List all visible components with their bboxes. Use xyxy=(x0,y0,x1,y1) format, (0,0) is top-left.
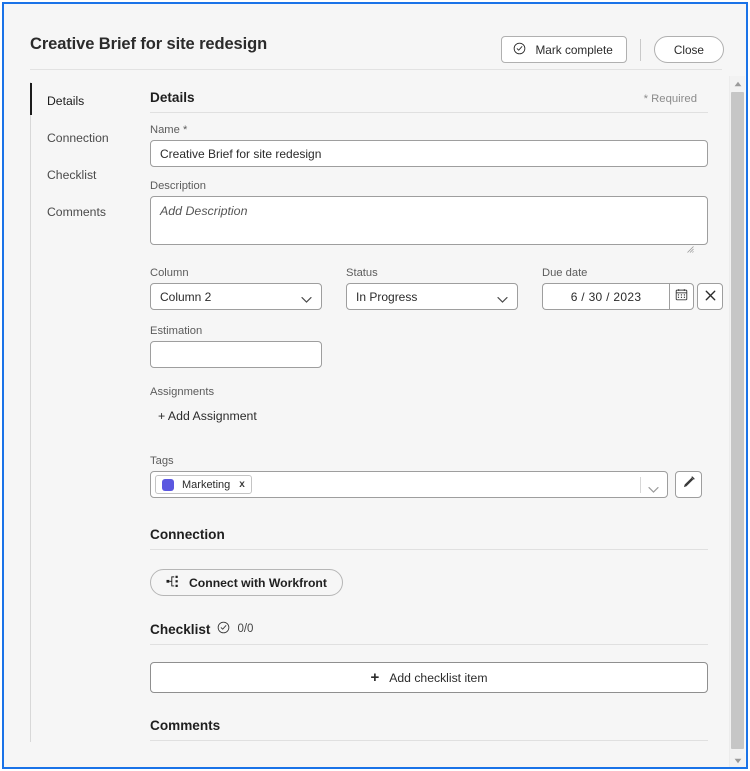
column-status-date-row: Column Column 2 Status In Progress Due d… xyxy=(150,267,723,310)
main-scroll-region: Details * Required Name * Description xyxy=(136,76,724,764)
sidebar-item-label: Comments xyxy=(47,204,106,219)
assignments-label: Assignments xyxy=(150,386,215,398)
name-label: Name * xyxy=(150,124,711,136)
due-date-label: Due date xyxy=(542,267,588,279)
check-circle-icon xyxy=(217,621,230,637)
description-textarea[interactable] xyxy=(150,196,708,245)
details-heading: Details xyxy=(150,90,195,105)
connect-label: Connect with Workfront xyxy=(189,575,327,590)
name-required-marker: * xyxy=(182,124,188,136)
header-actions: Mark complete Close xyxy=(501,36,724,63)
sidebar-item-details[interactable]: Details xyxy=(30,82,130,119)
mark-complete-button[interactable]: Mark complete xyxy=(501,36,627,63)
add-assignment-button[interactable]: + Add Assignment xyxy=(158,409,257,423)
column-select[interactable]: Column 2 xyxy=(150,283,322,310)
sidebar-nav: Details Connection Checklist Comments xyxy=(30,82,130,742)
status-label: Status xyxy=(346,267,378,279)
header-rule xyxy=(30,69,722,70)
new-comment-field: New comment xyxy=(194,763,682,764)
due-date-field: Due date 6 / 30 / 2023 xyxy=(542,267,723,310)
status-value: In Progress xyxy=(356,289,418,304)
clear-date-button[interactable] xyxy=(697,283,723,310)
check-circle-icon xyxy=(513,42,526,58)
scrollbar-thumb[interactable] xyxy=(731,92,744,749)
checklist-count: 0/0 xyxy=(237,623,254,635)
sidebar-item-connection[interactable]: Connection xyxy=(31,119,130,156)
plus-icon: + xyxy=(370,669,380,686)
tags-row: Marketing x xyxy=(150,471,711,498)
caret-up-icon xyxy=(734,74,742,92)
calendar-icon xyxy=(675,288,688,306)
column-field: Column Column 2 xyxy=(150,267,322,310)
name-label-text: Name xyxy=(150,124,180,136)
checklist-heading: Checklist xyxy=(150,621,211,637)
form-content: Details * Required Name * Description xyxy=(136,76,723,764)
tags-label: Tags xyxy=(150,455,174,467)
tag-chip-marketing[interactable]: Marketing x xyxy=(155,475,252,494)
scroll-down-button[interactable] xyxy=(730,753,745,767)
required-note: * Required xyxy=(643,93,697,105)
sidebar-item-label: Checklist xyxy=(47,167,97,182)
column-value: Column 2 xyxy=(160,289,212,304)
column-label: Column xyxy=(150,267,189,279)
edit-tags-button[interactable] xyxy=(675,471,702,498)
chevron-down-icon[interactable] xyxy=(648,481,659,499)
new-comment-label: New comment xyxy=(194,763,682,764)
chevron-down-icon xyxy=(497,293,508,307)
tag-color-swatch xyxy=(162,478,174,491)
close-icon xyxy=(705,289,716,304)
close-button[interactable]: Close xyxy=(653,36,724,63)
connect-with-workfront-button[interactable]: Connect with Workfront xyxy=(150,569,343,596)
mark-complete-label: Mark complete xyxy=(535,42,613,57)
description-label: Description xyxy=(150,180,206,192)
sidebar-item-label: Details xyxy=(47,93,85,108)
scroll-up-button[interactable] xyxy=(730,76,745,90)
name-input[interactable] xyxy=(150,140,708,167)
connection-section-header: Connection xyxy=(136,527,711,542)
sidebar-item-checklist[interactable]: Checklist xyxy=(31,156,130,193)
comments-heading: Comments xyxy=(150,718,221,733)
tags-combobox[interactable]: Marketing x xyxy=(150,471,668,498)
tags-separator xyxy=(640,477,641,493)
details-section-header: Details * Required xyxy=(136,90,711,105)
checklist-section-header: Checklist 0/0 xyxy=(136,621,711,637)
new-comment-row: New comment xyxy=(150,763,711,764)
status-field: Status In Progress xyxy=(346,267,518,310)
caret-down-icon xyxy=(734,751,742,767)
add-checklist-item-button[interactable]: + Add checklist item xyxy=(150,662,708,693)
main-scrollbar[interactable] xyxy=(729,76,745,767)
tag-label: Marketing xyxy=(182,478,231,491)
connection-heading: Connection xyxy=(150,527,225,542)
comments-section-header: Comments xyxy=(136,718,711,733)
status-select[interactable]: In Progress xyxy=(346,283,518,310)
estimation-input[interactable] xyxy=(150,341,322,368)
add-checklist-item-label: Add checklist item xyxy=(389,670,488,685)
workfront-icon xyxy=(166,575,180,591)
dialog-header: Creative Brief for site redesign Mark co… xyxy=(4,4,746,70)
header-divider xyxy=(639,38,641,61)
estimation-label: Estimation xyxy=(150,325,203,337)
sidebar-item-label: Connection xyxy=(47,130,109,145)
due-date-control: 6 / 30 / 2023 xyxy=(542,283,723,310)
remove-tag-icon[interactable]: x xyxy=(238,479,245,490)
task-detail-dialog: Creative Brief for site redesign Mark co… xyxy=(2,2,748,769)
page-title: Creative Brief for site redesign xyxy=(30,35,268,53)
pencil-icon xyxy=(682,475,696,494)
calendar-picker-button[interactable] xyxy=(669,283,694,310)
chevron-down-icon xyxy=(301,293,312,307)
due-date-value[interactable]: 6 / 30 / 2023 xyxy=(542,283,669,310)
sidebar-item-comments[interactable]: Comments xyxy=(31,193,130,230)
